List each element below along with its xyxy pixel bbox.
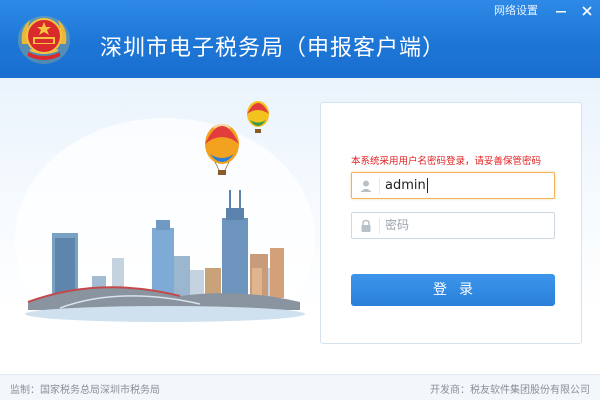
password-field[interactable]: 密码 [351,212,555,239]
login-notice: 本系统采用用户名密码登录，请妥善保管密码 [351,156,542,167]
footer-developer: 开发商：税友软件集团股份有限公司 [430,385,590,396]
username-value: admin [385,178,426,193]
password-input[interactable]: 密码 [385,213,409,238]
field-separator [379,178,380,194]
username-field[interactable]: admin [351,172,555,199]
text-caret [426,178,428,193]
network-settings-button[interactable]: 网络设置 [484,0,548,22]
minimize-icon [556,11,566,13]
window-controls: 网络设置 [484,0,600,22]
field-separator [379,218,380,234]
minimize-button[interactable] [548,0,574,22]
login-button[interactable]: 登录 [351,274,555,306]
close-button[interactable] [574,0,600,22]
city-skyline-hot-air-balloons-icon [15,101,315,358]
lock-icon [361,219,371,232]
close-icon [582,6,592,16]
app-window: 深圳市电子税务局（申报客户端） 网络设置 本系统采用用户名密码登录，请妥善保管密… [0,0,600,400]
app-title: 深圳市电子税务局（申报客户端） [100,36,446,61]
main-content: 本系统采用用户名密码登录，请妥善保管密码 admin 密码 登录 [0,78,600,374]
footer: 监制：国家税务总局深圳市税务局 开发商：税友软件集团股份有限公司 [0,374,600,400]
login-panel: 本系统采用用户名密码登录，请妥善保管密码 admin 密码 登录 [320,102,582,344]
username-input[interactable]: admin [385,173,428,198]
footer-supervisor: 监制：国家税务总局深圳市税务局 [10,385,160,396]
user-icon [360,180,372,192]
tax-emblem-icon [18,16,70,64]
title-bar: 深圳市电子税务局（申报客户端） 网络设置 [0,0,600,78]
